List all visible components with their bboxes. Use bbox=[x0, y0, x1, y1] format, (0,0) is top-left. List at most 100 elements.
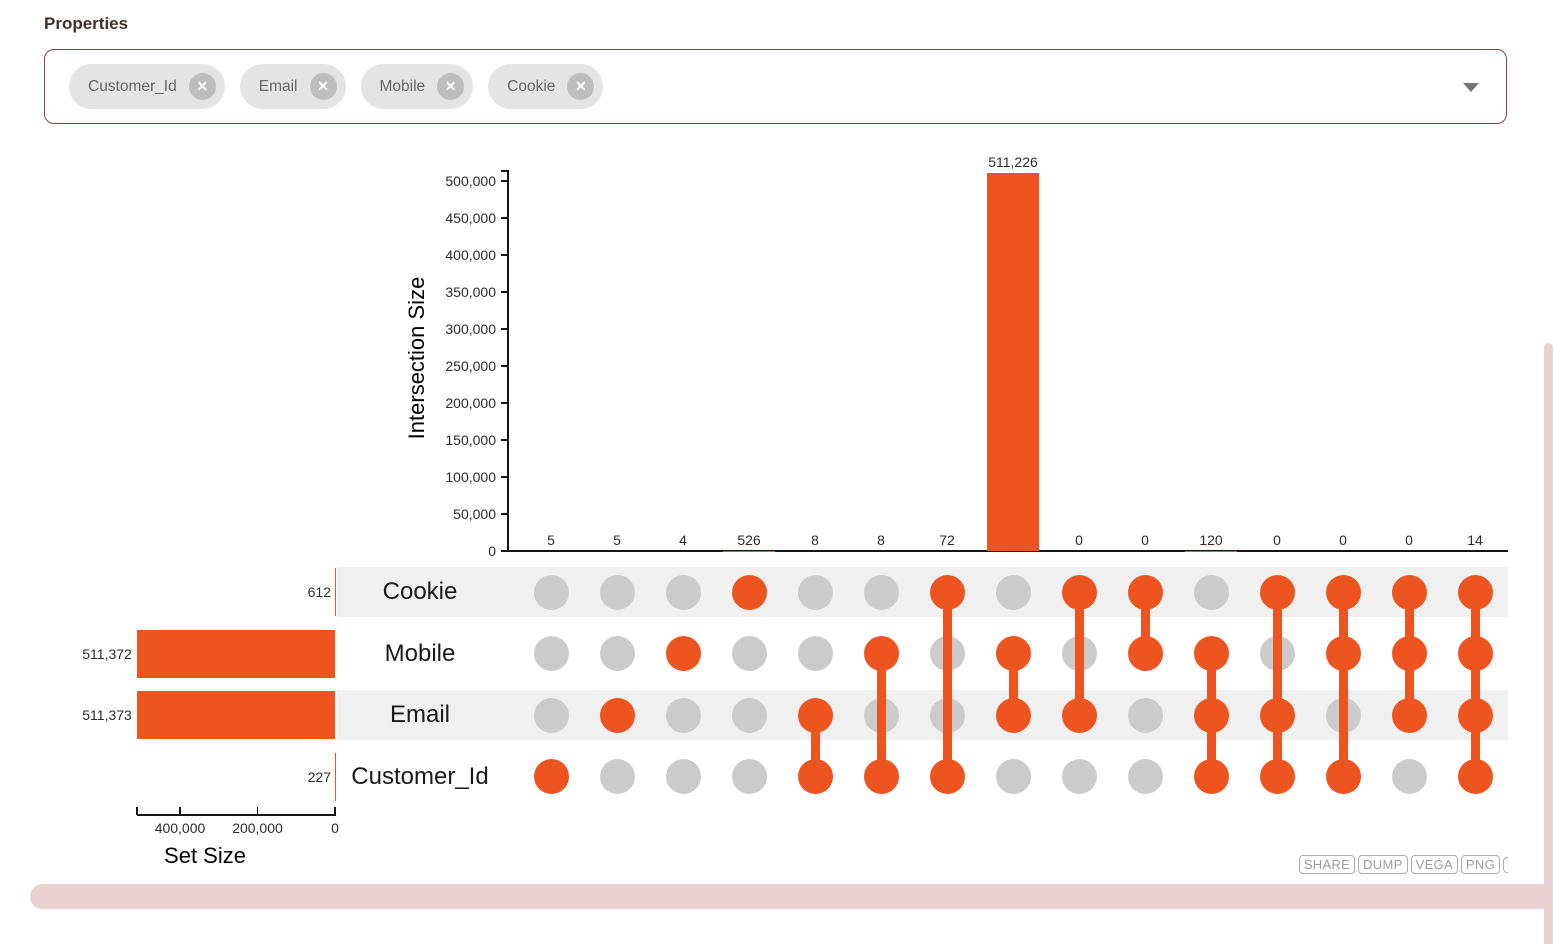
set-size-label: 227 bbox=[307, 768, 331, 785]
matrix-dot-active bbox=[1457, 636, 1493, 671]
y-axis-line bbox=[506, 170, 509, 552]
matrix-dot bbox=[797, 574, 833, 610]
properties-select-box[interactable]: Customer_Id ✕ Email ✕ Mobile ✕ Cookie ✕ bbox=[44, 49, 1507, 124]
matrix-dot-active bbox=[1193, 759, 1229, 794]
matrix-dot-active bbox=[731, 574, 767, 610]
chevron-down-icon[interactable] bbox=[1463, 83, 1479, 92]
matrix-dot-active bbox=[995, 697, 1031, 733]
y-axis-tick-label: 500,000 bbox=[445, 172, 496, 189]
dump-button[interactable]: DUMP bbox=[1358, 855, 1408, 874]
set-axis-tick bbox=[334, 807, 336, 815]
export-toolbar: SHARE DUMP VEGA PNG bbox=[1298, 855, 1508, 874]
matrix-connector bbox=[1074, 592, 1084, 715]
matrix-dot bbox=[1061, 759, 1097, 794]
matrix-dot bbox=[665, 697, 701, 733]
matrix-dot-active bbox=[1391, 574, 1427, 610]
matrix-dot-active bbox=[797, 759, 833, 794]
matrix-dot bbox=[1127, 697, 1163, 733]
matrix-dot-active bbox=[665, 636, 701, 671]
set-axis-line bbox=[137, 814, 336, 816]
matrix-dot-active bbox=[1127, 636, 1163, 671]
clipped-button[interactable] bbox=[1503, 856, 1508, 873]
matrix-dot-active bbox=[1061, 574, 1097, 610]
matrix-dot bbox=[533, 697, 569, 733]
set-axis-tick-label: 0 bbox=[331, 820, 339, 836]
matrix-dot-active bbox=[863, 759, 899, 794]
property-chip-label: Mobile bbox=[379, 77, 426, 95]
intersection-bar[interactable] bbox=[987, 172, 1039, 551]
y-axis-tick-label: 100,000 bbox=[445, 468, 496, 485]
matrix-dot-active bbox=[599, 697, 635, 733]
matrix-dot bbox=[797, 636, 833, 671]
matrix-dot-active bbox=[1127, 574, 1163, 610]
matrix-dot bbox=[731, 636, 767, 671]
set-size-bar[interactable] bbox=[136, 629, 335, 678]
matrix-dot-active bbox=[533, 759, 569, 794]
upset-page: { "properties_panel": { "label": "Proper… bbox=[0, 0, 1553, 944]
remove-chip-icon[interactable]: ✕ bbox=[309, 73, 337, 100]
matrix-dot bbox=[863, 574, 899, 610]
vertical-scrollbar[interactable] bbox=[1544, 343, 1553, 944]
horizontal-scrollbar[interactable] bbox=[30, 884, 1553, 909]
set-size-label: 511,372 bbox=[82, 645, 132, 662]
property-chip: Email ✕ bbox=[239, 64, 346, 109]
matrix-connector bbox=[1338, 592, 1348, 777]
matrix-dot bbox=[533, 574, 569, 610]
matrix-dot-active bbox=[1391, 697, 1427, 733]
share-button[interactable]: SHARE bbox=[1298, 855, 1356, 874]
property-chip-label: Email bbox=[258, 77, 298, 95]
matrix-dot-active bbox=[1259, 574, 1295, 610]
vega-button[interactable]: VEGA bbox=[1410, 855, 1458, 874]
set-axis-tick bbox=[256, 807, 259, 815]
set-row-label: Cookie bbox=[382, 578, 458, 605]
set-size-label: 612 bbox=[307, 584, 331, 600]
matrix-dot-active bbox=[1457, 697, 1493, 733]
matrix-dot bbox=[665, 574, 701, 610]
matrix-dot-active bbox=[1457, 574, 1493, 610]
remove-chip-icon[interactable]: ✕ bbox=[437, 73, 465, 100]
property-chip-label: Cookie bbox=[507, 77, 556, 95]
matrix-dot bbox=[599, 574, 635, 610]
y-axis-tick-label: 0 bbox=[488, 542, 496, 559]
y-axis-tick-label: 400,000 bbox=[445, 246, 496, 263]
set-axis-title: Set Size bbox=[164, 843, 246, 868]
intersection-count-label: 72 bbox=[939, 531, 955, 548]
matrix-dot bbox=[599, 759, 635, 794]
y-axis-tick-label: 450,000 bbox=[445, 209, 496, 226]
matrix-dot bbox=[665, 759, 701, 794]
property-chip: Mobile ✕ bbox=[360, 64, 474, 109]
matrix-dot-active bbox=[1061, 697, 1097, 733]
upset-plot: 0 50,000 100,000 150,000 200,000 250,000 300,0… bbox=[0, 130, 1553, 880]
matrix-connector bbox=[1272, 592, 1282, 777]
property-chip: Customer_Id ✕ bbox=[69, 64, 225, 109]
set-size-bar[interactable] bbox=[136, 691, 335, 739]
matrix-dot-active bbox=[1325, 636, 1361, 671]
intersection-count-label: 14 bbox=[1467, 531, 1483, 548]
set-axis-tick-label: 200,000 bbox=[232, 820, 283, 836]
matrix-dot bbox=[995, 759, 1031, 794]
png-button[interactable]: PNG bbox=[1460, 855, 1500, 874]
matrix-dot bbox=[731, 697, 767, 733]
set-axis-tick-label: 400,000 bbox=[154, 820, 206, 836]
y-axis-tick-label: 250,000 bbox=[445, 357, 496, 374]
matrix-dot-active bbox=[929, 574, 965, 610]
matrix-dot-active bbox=[1259, 759, 1295, 794]
remove-chip-icon[interactable]: ✕ bbox=[188, 73, 216, 100]
set-axis-tick bbox=[179, 807, 181, 815]
matrix-dot bbox=[1193, 574, 1229, 610]
remove-chip-icon[interactable]: ✕ bbox=[567, 73, 595, 100]
matrix-dot-active bbox=[797, 697, 833, 733]
matrix-dot bbox=[533, 636, 569, 671]
matrix-dot-active bbox=[1193, 636, 1229, 671]
intersection-axis-title: Intersection Size bbox=[404, 276, 429, 440]
property-chip: Cookie ✕ bbox=[488, 64, 604, 109]
matrix-dot-active bbox=[995, 636, 1031, 671]
intersection-count-label: 511,226 bbox=[988, 153, 1038, 170]
matrix-dot-active bbox=[1193, 697, 1229, 733]
matrix-dot-active bbox=[929, 759, 965, 794]
matrix-dot bbox=[731, 759, 767, 794]
matrix-dot-active bbox=[1325, 574, 1361, 610]
properties-label: Properties bbox=[44, 14, 129, 33]
set-row-label: Mobile bbox=[384, 639, 456, 667]
matrix-dot bbox=[995, 574, 1031, 610]
